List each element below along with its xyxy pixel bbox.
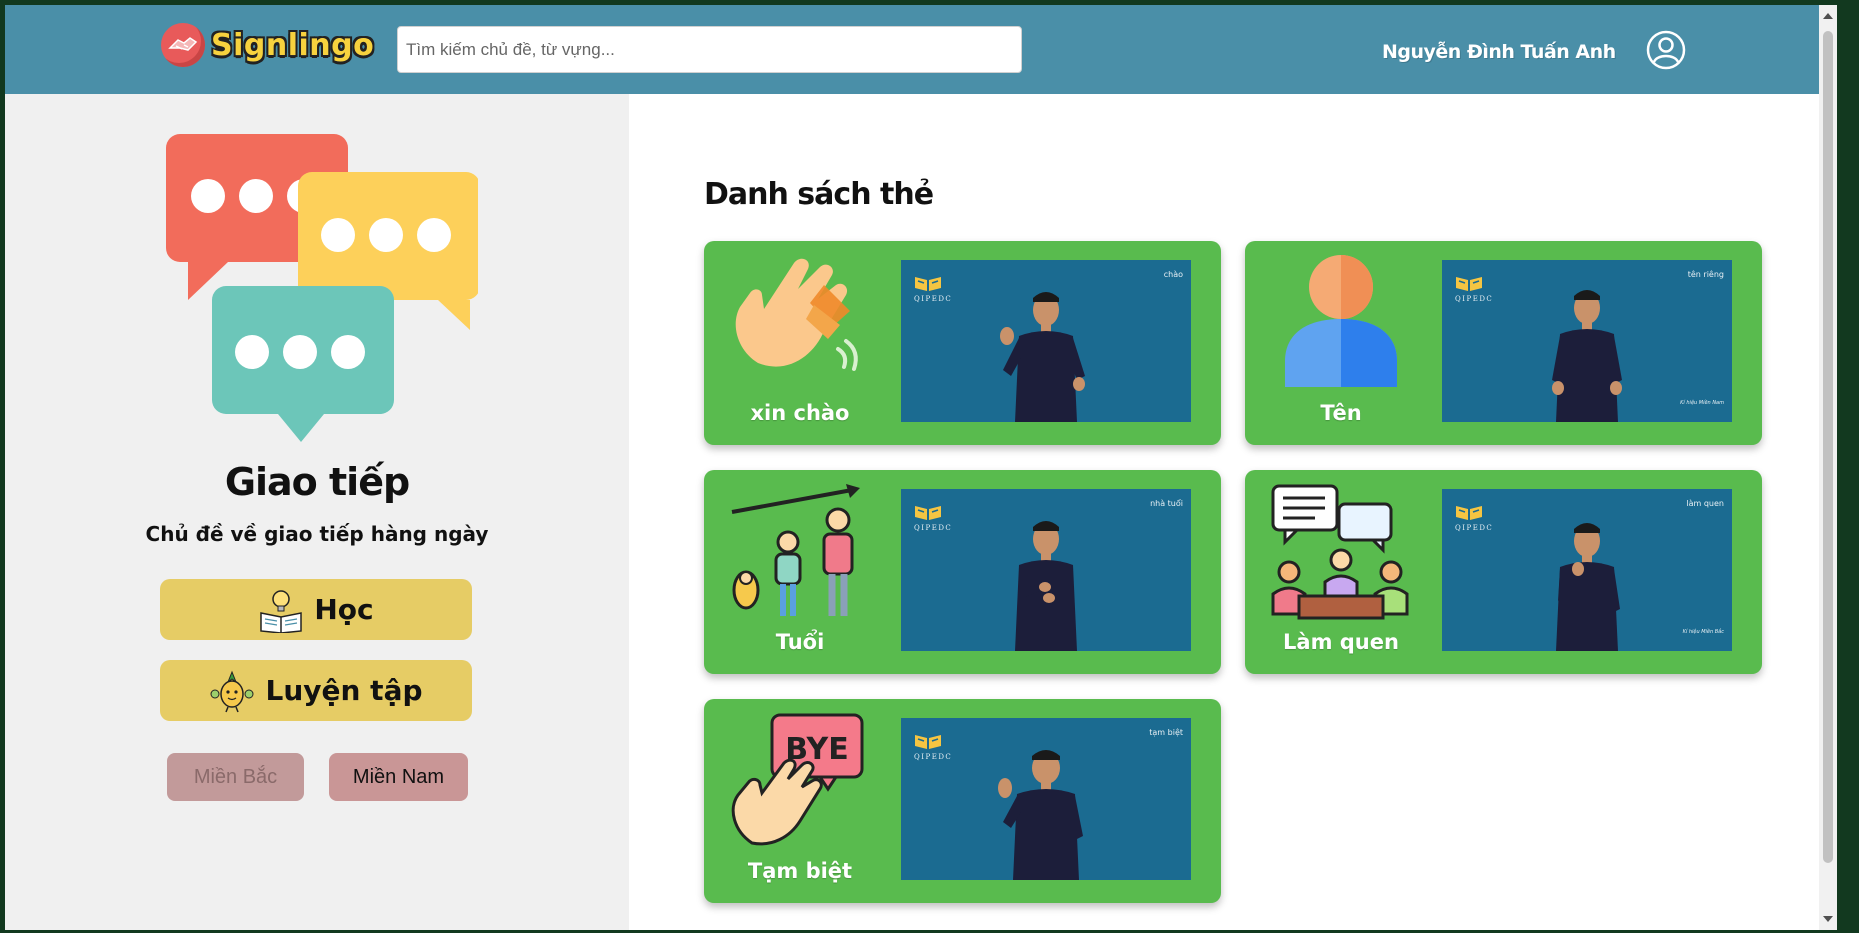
video-logo-text: QIPEDC xyxy=(914,295,953,303)
sign-video-thumbnail[interactable]: QIPEDC nhà tuổi xyxy=(901,489,1191,651)
scroll-up-icon[interactable] xyxy=(1823,13,1833,19)
card-xin-chao[interactable]: xin chào QIPEDC chào xyxy=(704,241,1221,445)
video-footer: Kí hiệu Miền Bắc xyxy=(1682,629,1724,635)
sign-video-thumbnail[interactable]: QIPEDC làm quen Kí hiệu Miền Bắc xyxy=(1442,489,1732,651)
video-caption: tạm biệt xyxy=(1149,728,1183,737)
scroll-thumb[interactable] xyxy=(1823,31,1833,863)
waving-hand-icon xyxy=(735,258,858,371)
learn-button-label: Học xyxy=(314,593,374,626)
signer-figure xyxy=(998,750,1083,880)
card-tam-biet[interactable]: BYE Tạm biệt QIPEDC tạm biệt xyxy=(704,699,1221,903)
card-lam-quen[interactable]: Làm quen QIPEDC làm quen Kí hiệu Miền Bắ… xyxy=(1245,470,1762,674)
practice-button[interactable]: Luyện tập xyxy=(160,660,472,721)
learn-button[interactable]: Học xyxy=(160,579,472,640)
video-caption: làm quen xyxy=(1686,499,1724,508)
card-label: xin chào xyxy=(750,401,850,425)
video-logo-text: QIPEDC xyxy=(1455,524,1494,532)
sign-video-thumbnail[interactable]: QIPEDC tạm biệt xyxy=(901,718,1191,880)
card-label: Tên xyxy=(1320,401,1362,425)
meeting-people-icon xyxy=(1271,484,1409,620)
book-lightbulb-icon xyxy=(260,589,303,633)
qipedc-logo-icon xyxy=(915,506,941,520)
scroll-down-icon[interactable] xyxy=(1823,916,1833,922)
signer-figure xyxy=(1015,521,1077,651)
qipedc-logo-icon xyxy=(1456,277,1482,291)
age-growth-icon xyxy=(731,484,860,616)
topic-sidebar: Giao tiếp Chủ đề về giao tiếp hàng ngày … xyxy=(5,94,629,930)
qipedc-logo-icon xyxy=(1456,506,1482,520)
user-name[interactable]: Nguyễn Đình Tuấn Anh xyxy=(1382,41,1616,63)
qipedc-logo-icon xyxy=(915,277,941,291)
person-icon xyxy=(1285,255,1397,387)
video-logo-text: QIPEDC xyxy=(914,524,953,532)
topic-title: Giao tiếp xyxy=(224,460,410,504)
card-tuoi[interactable]: Tuổi QIPEDC nhà tuổi xyxy=(704,470,1221,674)
sign-video-thumbnail[interactable]: QIPEDC tên riêng Kí hiệu Miền Nam xyxy=(1442,260,1732,422)
logo-text: Signlingo xyxy=(211,27,375,63)
video-footer: Kí hiệu Miền Nam xyxy=(1680,400,1724,406)
video-logo-text: QIPEDC xyxy=(914,753,953,761)
video-caption: chào xyxy=(1163,270,1183,279)
signer-figure xyxy=(1552,290,1622,422)
logo[interactable]: Signlingo xyxy=(161,23,374,67)
topic-description: Chủ đề về giao tiếp hàng ngày xyxy=(145,522,489,546)
user-account-icon[interactable] xyxy=(1646,30,1686,70)
chat-bubbles-icon xyxy=(166,134,478,442)
top-header: Signlingo Nguyễn Đình Tuấn Anh xyxy=(5,5,1837,94)
card-list-title: Danh sách thẻ xyxy=(704,177,934,212)
pineapple-mascot-icon xyxy=(210,670,254,712)
qipedc-logo-icon xyxy=(915,735,941,749)
bye-hand-icon: BYE xyxy=(731,713,864,846)
card-label: Tuổi xyxy=(775,630,825,654)
card-label: Tạm biệt xyxy=(747,859,853,883)
logo-hands-icon xyxy=(161,23,205,67)
signer-figure xyxy=(1000,292,1085,422)
video-caption: tên riêng xyxy=(1687,270,1724,279)
card-ten[interactable]: Tên QIPEDC tên riêng Kí hiệu Miền Nam xyxy=(1245,241,1762,445)
card-label: Làm quen xyxy=(1283,630,1399,654)
sign-video-thumbnail[interactable]: QIPEDC chào xyxy=(901,260,1191,422)
browser-viewport: Signlingo Nguyễn Đình Tuấn Anh xyxy=(5,5,1837,930)
page-scrollbar[interactable] xyxy=(1819,5,1837,930)
video-logo-text: QIPEDC xyxy=(1455,295,1494,303)
region-south-button[interactable]: Miền Nam xyxy=(329,753,468,801)
search-input[interactable] xyxy=(397,26,1022,73)
region-north-button[interactable]: Miền Bắc xyxy=(167,753,304,801)
signer-figure xyxy=(1556,523,1620,651)
video-caption: nhà tuổi xyxy=(1150,499,1183,508)
practice-button-label: Luyện tập xyxy=(265,674,423,707)
